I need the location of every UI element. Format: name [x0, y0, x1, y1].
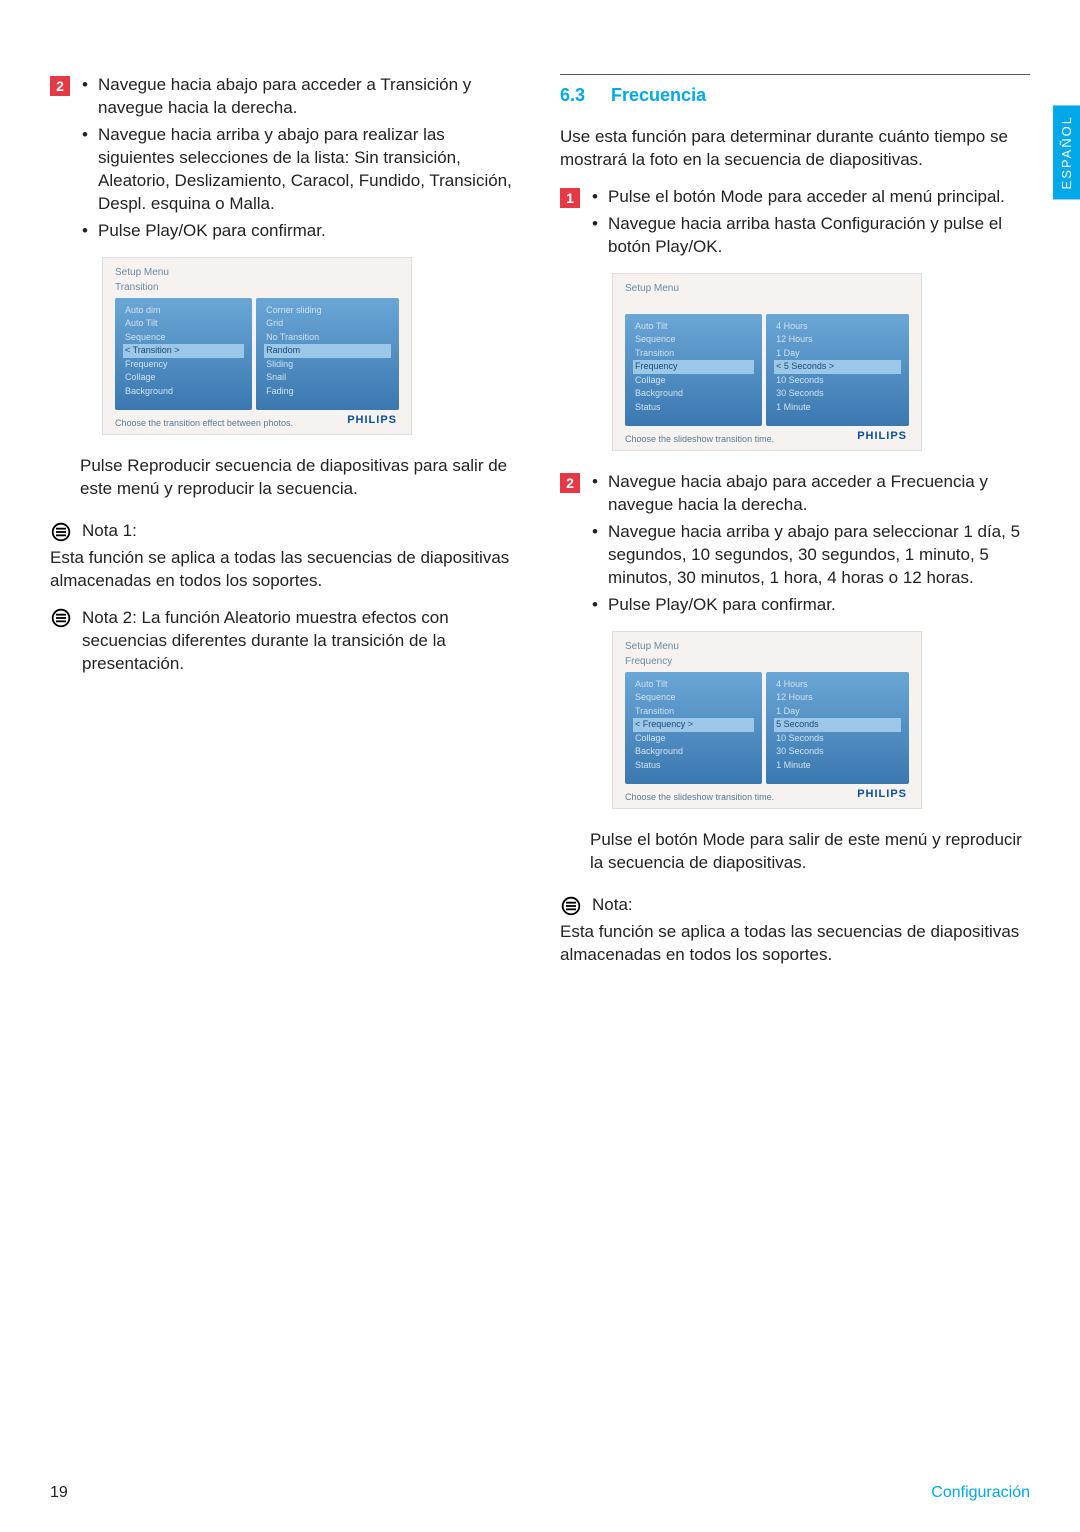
menu-item: 1 Minute — [776, 759, 899, 773]
post-screenshot-text: Pulse el botón Mode para salir de este m… — [560, 829, 1030, 875]
breadcrumb: Setup Menu — [115, 266, 399, 279]
menu-item: No Transition — [266, 331, 389, 345]
footer-section: Configuración — [931, 1484, 1030, 1502]
menu-item: Transition — [635, 705, 752, 719]
breadcrumb — [625, 297, 909, 310]
menu-item: 4 Hours — [776, 320, 899, 334]
menu-item: Frequency — [125, 358, 242, 372]
step-item: Navegue hacia abajo para acceder a Frecu… — [590, 471, 1030, 517]
section-intro: Use esta función para determinar durante… — [560, 126, 1030, 172]
menu-item: Sliding — [266, 358, 389, 372]
right-column: 6.3 Frecuencia Use esta función para dete… — [560, 60, 1030, 981]
menu-item: Sequence — [125, 331, 242, 345]
menu-item: 10 Seconds — [776, 732, 899, 746]
menu-item: Grid — [266, 317, 389, 331]
menu-item: 1 Day — [776, 705, 899, 719]
step-item: Navegue hacia arriba hasta Configuración… — [590, 213, 1030, 259]
step-item: Navegue hacia arriba y abajo para realiz… — [80, 124, 520, 216]
menu-item: 10 Seconds — [776, 374, 899, 388]
menu-right-pane: 4 Hours 12 Hours 1 Day 5 Seconds 10 Seco… — [766, 314, 909, 427]
menu-item: Collage — [635, 732, 752, 746]
menu-item: Background — [125, 385, 242, 399]
page-number: 19 — [50, 1484, 68, 1502]
philips-logo: PHILIPS — [857, 430, 907, 442]
step-number-2: 2 — [50, 76, 70, 96]
menu-item: Background — [635, 387, 752, 401]
menu-item: Status — [635, 401, 752, 415]
menu-item: Auto Tilt — [125, 317, 242, 331]
step-item: Pulse Play/OK para confirmar. — [80, 220, 520, 243]
note-icon — [50, 607, 72, 629]
menu-left-pane: Auto Tilt Sequence Transition Frequency … — [625, 314, 762, 427]
menu-item: Collage — [125, 371, 242, 385]
section-number: 6.3 — [560, 85, 585, 105]
breadcrumb: Setup Menu — [625, 640, 909, 653]
note1-body: Esta función se aplica a todas las secue… — [50, 547, 520, 593]
menu-right-pane: 4 Hours 12 Hours 1 Day 5 Seconds 10 Seco… — [766, 672, 909, 785]
step-item: Pulse el botón Mode para acceder al menú… — [590, 186, 1030, 209]
menu-item: Snail — [266, 371, 389, 385]
note-icon — [50, 521, 72, 543]
screenshot-frequency-menu-2: Setup Menu Frequency Auto Tilt Sequence … — [612, 631, 922, 810]
menu-item: Sequence — [635, 333, 752, 347]
menu-item: Collage — [635, 374, 752, 388]
breadcrumb: Setup Menu — [625, 282, 909, 295]
menu-item-highlight: Random — [264, 344, 391, 358]
menu-right-pane: Corner sliding Grid No Transition Random… — [256, 298, 399, 411]
section-title: 6.3 Frecuencia — [560, 85, 1030, 106]
note-label: Nota: — [592, 895, 633, 915]
menu-left-pane: Auto dim Auto Tilt Sequence Transition F… — [115, 298, 252, 411]
step-item: Pulse Play/OK para confirmar. — [590, 594, 1030, 617]
menu-item: Sequence — [635, 691, 752, 705]
note-icon — [560, 895, 582, 917]
step-item: Navegue hacia abajo para acceder a Trans… — [80, 74, 520, 120]
menu-item: 30 Seconds — [776, 387, 899, 401]
note2-body: Nota 2: La función Aleatorio muestra efe… — [82, 607, 520, 676]
menu-item: Auto Tilt — [635, 678, 752, 692]
language-tab: ESPAÑOL — [1053, 105, 1080, 199]
step-item: Navegue hacia arriba y abajo para selecc… — [590, 521, 1030, 590]
step-number-2: 2 — [560, 473, 580, 493]
menu-item: 1 Minute — [776, 401, 899, 415]
menu-item: Fading — [266, 385, 389, 399]
step-number-1: 1 — [560, 188, 580, 208]
philips-logo: PHILIPS — [857, 788, 907, 800]
menu-item: 12 Hours — [776, 691, 899, 705]
menu-item: Background — [635, 745, 752, 759]
note1-label: Nota 1: — [82, 521, 137, 541]
menu-item: 12 Hours — [776, 333, 899, 347]
menu-item: 30 Seconds — [776, 745, 899, 759]
menu-left-pane: Auto Tilt Sequence Transition Frequency … — [625, 672, 762, 785]
section-heading: Frecuencia — [611, 85, 706, 105]
note-body: Esta función se aplica a todas las secue… — [560, 921, 1030, 967]
post-screenshot-text: Pulse Reproducir secuencia de diapositiv… — [50, 455, 520, 501]
menu-item-selected: Frequency — [633, 718, 754, 732]
breadcrumb: Transition — [115, 281, 399, 294]
menu-item-selected: 5 Seconds — [774, 360, 901, 374]
menu-item: 4 Hours — [776, 678, 899, 692]
left-column: 2 Navegue hacia abajo para acceder a Tra… — [50, 60, 520, 981]
screenshot-frequency-menu-1: Setup Menu Auto Tilt Sequence Transition… — [612, 273, 922, 452]
menu-item: Status — [635, 759, 752, 773]
menu-item-selected: Transition — [123, 344, 244, 358]
menu-item: Transition — [635, 347, 752, 361]
menu-item: Auto dim — [125, 304, 242, 318]
menu-item-highlight: 5 Seconds — [774, 718, 901, 732]
screenshot-transition-menu: Setup Menu Transition Auto dim Auto Tilt… — [102, 257, 412, 436]
menu-item: Corner sliding — [266, 304, 389, 318]
breadcrumb: Frequency — [625, 655, 909, 668]
menu-item: Auto Tilt — [635, 320, 752, 334]
menu-item: 1 Day — [776, 347, 899, 361]
menu-item-highlight: Frequency — [633, 360, 754, 374]
philips-logo: PHILIPS — [347, 414, 397, 426]
